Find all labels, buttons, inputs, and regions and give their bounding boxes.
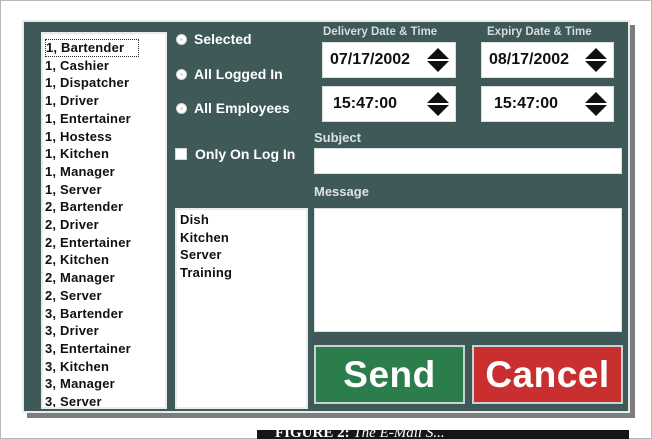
message-label: Message [314,184,369,199]
cancel-button[interactable]: Cancel [472,345,623,404]
figure-caption-number: FIGURE 2: [275,430,350,439]
list-item[interactable]: 1, Manager [45,163,165,181]
list-item[interactable]: 2, Bartender [45,198,165,216]
delivery-time-value[interactable]: 15:47:00 [323,95,427,113]
figure-caption-bar: FIGURE 2: The E-Mail S... [257,430,629,439]
radio-all-employees-label: All Employees [194,100,290,116]
group-listbox[interactable]: Dish Kitchen Server Training [175,208,308,409]
list-item[interactable]: Dish [180,211,306,229]
radio-selected-label: Selected [194,31,252,47]
list-item[interactable]: 1, Kitchen [45,145,165,163]
list-item[interactable]: 3, Kitchen [45,358,165,376]
delivery-time-spinner[interactable]: 15:47:00 [322,86,456,122]
expiry-time-spinner[interactable]: 15:47:00 [481,86,614,122]
up-down-arrows-icon[interactable] [427,92,449,116]
radio-button-icon[interactable] [176,68,187,80]
list-item[interactable]: 2, Manager [45,269,165,287]
list-item[interactable]: Kitchen [180,229,306,247]
figure-caption: FIGURE 2: The E-Mail S... [275,430,445,439]
subject-label: Subject [314,130,361,145]
list-item[interactable]: 1, Driver [45,92,165,110]
radio-all-logged-in[interactable]: All Logged In [176,66,283,82]
list-item[interactable]: 2, Entertainer [45,234,165,252]
delivery-label: Delivery Date & Time [323,26,438,38]
only-on-log-in-label: Only On Log In [195,146,296,162]
expiry-label: Expiry Date & Time [487,26,592,38]
radio-all-logged-in-label: All Logged In [194,66,283,82]
list-item[interactable]: 3, Entertainer [45,340,165,358]
list-item[interactable]: Training [180,264,306,282]
only-on-log-in-checkbox[interactable]: Only On Log In [175,146,295,162]
radio-button-icon[interactable] [176,33,187,45]
email-panel: 1, Bartender 1, Cashier 1, Dispatcher 1,… [22,20,630,413]
employee-listbox[interactable]: 1, Bartender 1, Cashier 1, Dispatcher 1,… [41,32,167,409]
list-item[interactable]: 2, Driver [45,216,165,234]
expiry-time-value[interactable]: 15:47:00 [482,95,585,113]
up-down-arrows-icon[interactable] [585,92,607,116]
list-item[interactable]: 3, Server [45,393,165,407]
send-button[interactable]: Send [314,345,465,404]
delivery-date-value[interactable]: 07/17/2002 [323,51,427,69]
expiry-date-spinner[interactable]: 08/17/2002 [481,42,614,78]
figure-caption-title: The E-Mail S... [353,430,445,439]
list-item[interactable]: 1, Entertainer [45,110,165,128]
radio-selected[interactable]: Selected [176,31,252,47]
message-textarea[interactable] [314,208,622,332]
list-item[interactable]: 3, Driver [45,322,165,340]
list-item[interactable]: 3, Manager [45,375,165,393]
list-item[interactable]: 1, Server [45,181,165,199]
list-item[interactable]: 1, Hostess [45,128,165,146]
list-item[interactable]: 2, Kitchen [45,251,165,269]
radio-all-employees[interactable]: All Employees [176,100,290,116]
list-item[interactable]: 2, Server [45,287,165,305]
list-item[interactable]: 1, Bartender [45,39,139,57]
radio-button-icon[interactable] [176,102,187,114]
up-down-arrows-icon[interactable] [427,48,449,72]
delivery-date-spinner[interactable]: 07/17/2002 [322,42,456,78]
list-item[interactable]: 3, Bartender [45,305,165,323]
list-item[interactable]: 1, Dispatcher [45,74,165,92]
subject-input[interactable] [314,148,622,174]
list-item[interactable]: 1, Cashier [45,57,165,75]
expiry-date-value[interactable]: 08/17/2002 [482,51,585,69]
list-item[interactable]: Server [180,246,306,264]
checkbox-icon[interactable] [175,148,187,160]
up-down-arrows-icon[interactable] [585,48,607,72]
